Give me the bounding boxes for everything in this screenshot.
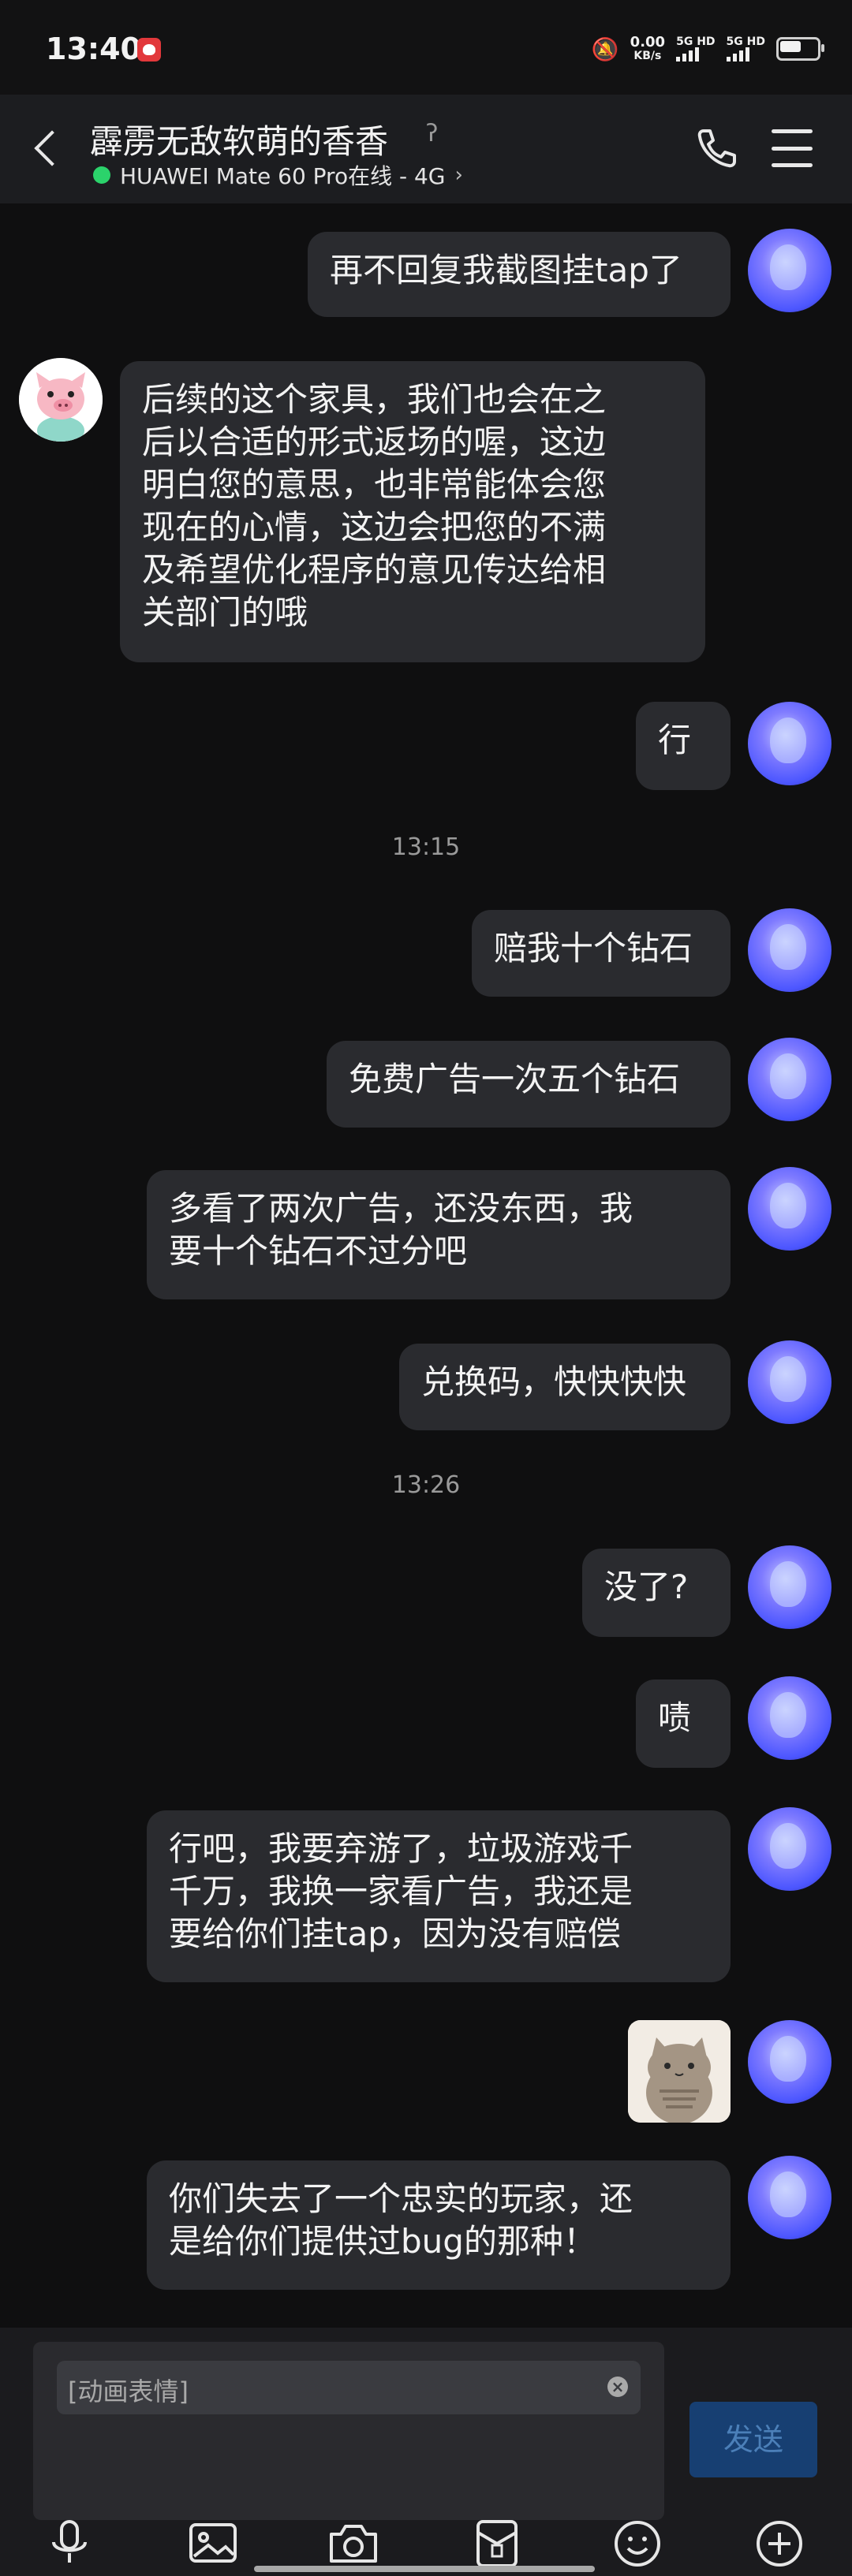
signal-sim2-icon: 5G HD — [726, 35, 765, 62]
mic-icon[interactable] — [41, 2515, 98, 2572]
sim2-label: 5G HD — [726, 35, 765, 48]
message-bubble-sent[interactable]: 免费广告一次五个钻石 — [327, 1041, 731, 1128]
contact-name[interactable]: 霹雳无敌软萌的香香 — [90, 115, 388, 163]
message-input[interactable]: [动画表情] × — [33, 2342, 664, 2520]
status-icons: 🔕 0.00 KB/s 5G HD 5G HD — [591, 33, 824, 65]
phone-icon — [697, 129, 736, 168]
my-avatar[interactable] — [748, 229, 831, 312]
clock: 13:40 — [46, 32, 141, 66]
message-bubble-sent[interactable]: 多看了两次广告，还没东西，我 要十个钻石不过分吧 — [147, 1170, 731, 1299]
back-button[interactable] — [27, 126, 71, 170]
message-bubble-sent[interactable]: 没了? — [582, 1549, 731, 1637]
my-avatar[interactable] — [748, 1807, 831, 1891]
timestamp: 13:26 — [391, 1471, 461, 1499]
message-bubble-sent[interactable]: 行 — [636, 702, 731, 790]
message-bubble-sent[interactable]: 啧 — [636, 1679, 731, 1768]
menu-button[interactable] — [772, 129, 813, 167]
message-bubble-sent[interactable]: 你们失去了一个忠实的玩家，还 是给你们提供过bug的那种！ — [147, 2160, 731, 2290]
home-indicator[interactable] — [254, 2566, 595, 2572]
my-avatar[interactable] — [748, 1167, 831, 1251]
cat-sticker-icon — [628, 2020, 731, 2123]
battery-icon — [776, 37, 824, 61]
sticker-chip-label: [动画表情] — [68, 2377, 189, 2406]
menu-line — [772, 163, 813, 167]
network-speed: 0.00 KB/s — [630, 34, 666, 63]
status-bar: 13:40 🔕 0.00 KB/s 5G HD 5G HD — [0, 0, 852, 95]
message-bubble-sent[interactable]: 赔我十个钻石 — [472, 910, 731, 997]
my-avatar[interactable] — [748, 1676, 831, 1760]
phone-call-button[interactable] — [691, 123, 742, 173]
red-packet-icon[interactable] — [469, 2515, 525, 2572]
camera-icon[interactable] — [325, 2515, 382, 2572]
my-avatar[interactable] — [748, 1038, 831, 1121]
signal-sim1-icon: 5G HD — [676, 35, 716, 62]
ear-icon: ʔ — [426, 120, 439, 147]
device-status-text: HUAWEI Mate 60 Pro在线 - 4G — [120, 163, 446, 189]
my-avatar[interactable] — [748, 2020, 831, 2104]
device-status[interactable]: HUAWEI Mate 60 Pro在线 - 4G › — [93, 159, 463, 191]
message-bubble-sent[interactable]: 行吧，我要弃游了，垃圾游戏千 千万，我换一家看广告，我还是 要给你们挂tap，因… — [147, 1810, 731, 1982]
my-avatar[interactable] — [748, 1340, 831, 1424]
clear-icon[interactable]: × — [607, 2377, 628, 2397]
send-button[interactable]: 发送 — [689, 2402, 817, 2477]
sim1-label: 5G HD — [676, 35, 716, 48]
speed-value: 0.00 — [630, 34, 666, 50]
message-bubble-sent[interactable]: 兑换码，快快快快 — [399, 1344, 731, 1430]
contact-avatar[interactable] — [19, 358, 103, 442]
app-notification-icon — [137, 38, 161, 62]
my-avatar[interactable] — [748, 908, 831, 992]
image-icon[interactable] — [185, 2515, 241, 2572]
plus-icon[interactable] — [751, 2515, 808, 2572]
mute-bell-icon: 🔕 — [591, 35, 619, 62]
menu-line — [772, 146, 813, 151]
timestamp: 13:15 — [391, 833, 461, 861]
message-bubble-received[interactable]: 后续的这个家具，我们也会在之 后以合适的形式返场的喔，这边 明白您的意思，也非常… — [120, 361, 705, 662]
menu-line — [772, 129, 813, 133]
cat-sticker[interactable] — [628, 2020, 731, 2123]
online-dot-icon — [93, 166, 110, 184]
emoji-icon[interactable] — [609, 2515, 666, 2572]
my-avatar[interactable] — [748, 2156, 831, 2239]
chevron-right-icon: › — [454, 163, 463, 187]
my-avatar[interactable] — [748, 1545, 831, 1629]
speed-unit: KB/s — [633, 50, 662, 62]
message-bubble-sent[interactable]: 再不回复我截图挂tap了 — [308, 232, 731, 317]
input-area: [动画表情] × 发送 — [0, 2328, 852, 2576]
my-avatar[interactable] — [748, 702, 831, 785]
pig-mascot-icon — [19, 358, 103, 442]
chat-header: 霹雳无敌软萌的香香 ʔ HUAWEI Mate 60 Pro在线 - 4G › — [0, 95, 852, 203]
sticker-chip[interactable]: [动画表情] × — [57, 2361, 641, 2414]
